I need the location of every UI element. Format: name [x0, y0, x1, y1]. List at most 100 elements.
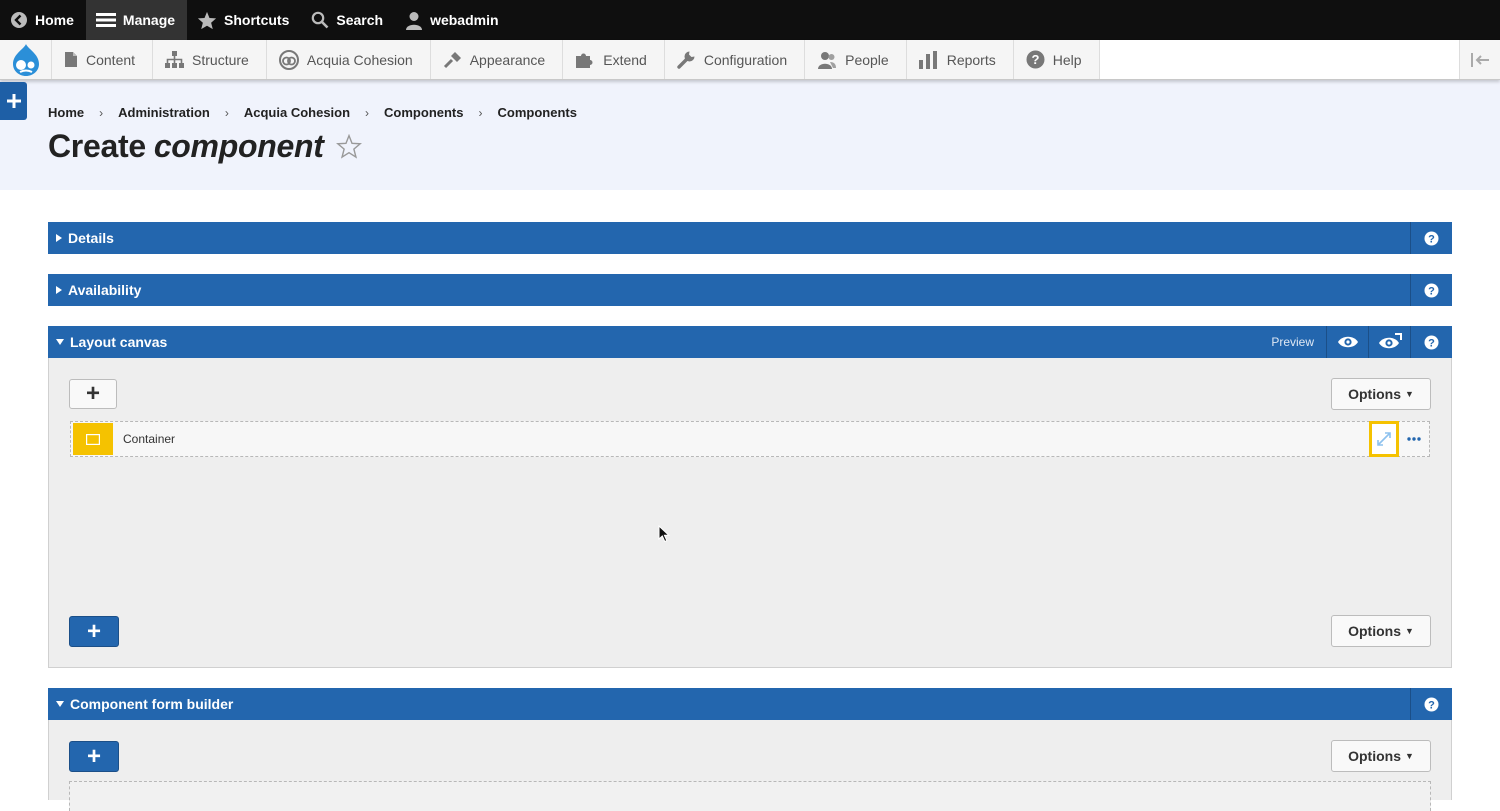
details-panel-header[interactable]: Details ? [48, 222, 1452, 254]
tray-item-content[interactable]: Content [52, 40, 154, 79]
toolbar-manage[interactable]: Manage [85, 0, 188, 40]
breadcrumb-acquia-cohesion[interactable]: Acquia Cohesion [244, 105, 350, 120]
add-shortcut-button[interactable] [0, 82, 27, 120]
tray-item-appearance[interactable]: Appearance [430, 40, 564, 79]
admin-tray: Content Structure Acquia Cohesion Appear… [0, 40, 1500, 80]
toolbar-home[interactable]: Home [0, 0, 86, 40]
availability-panel-header[interactable]: Availability ? [48, 274, 1452, 306]
tray-item-configuration-label: Configuration [703, 51, 788, 68]
bar-chart-icon [918, 50, 939, 69]
page-title: Create component [48, 128, 362, 165]
tray-item-reports[interactable]: Reports [906, 40, 1014, 79]
tray-item-configuration[interactable]: Configuration [664, 40, 806, 79]
form-builder-help-button[interactable]: ? [1410, 688, 1452, 720]
add-element-bottom-button[interactable]: + [69, 616, 119, 647]
wrench-icon [677, 50, 696, 69]
cohesion-icon [278, 49, 299, 70]
help-icon: ? [1026, 50, 1045, 69]
tray-item-structure[interactable]: Structure [153, 40, 267, 79]
svg-text:?: ? [1428, 233, 1435, 245]
caret-down-icon: ▼ [1404, 626, 1414, 636]
add-element-button[interactable]: + [69, 379, 117, 409]
ellipsis-icon [1407, 437, 1421, 441]
preview-button[interactable] [1326, 326, 1368, 358]
help-icon: ? [1424, 231, 1439, 245]
canvas-element-label: Container [123, 432, 176, 446]
add-field-button[interactable]: + [69, 741, 119, 772]
svg-text:?: ? [1428, 285, 1435, 297]
tray-item-appearance-label: Appearance [469, 51, 546, 68]
back-arrow-icon [10, 11, 28, 29]
layout-canvas-panel-title: Layout canvas [70, 334, 168, 350]
mouse-cursor-icon [658, 524, 671, 548]
svg-text:?: ? [1428, 337, 1435, 349]
form-builder-panel-title: Component form builder [70, 696, 234, 712]
tray-item-acquia-cohesion-label: Acquia Cohesion [306, 51, 413, 68]
form-builder-panel-header[interactable]: Component form builder ? [48, 688, 1452, 720]
tray-item-people-label: People [845, 51, 889, 68]
canvas-options-button[interactable]: Options ▼ [1331, 378, 1431, 410]
tray-item-extend[interactable]: Extend [563, 40, 665, 79]
breadcrumb-separator: › [99, 105, 104, 120]
plus-icon [6, 94, 21, 108]
canvas-options-label: Options [1348, 386, 1401, 402]
breadcrumb-separator: › [224, 105, 229, 120]
availability-panel-title: Availability [68, 282, 142, 298]
toolbar-home-label: Home [35, 12, 74, 28]
toolbar-manage-label: Manage [122, 12, 176, 28]
more-options-button[interactable] [1403, 437, 1425, 441]
tray-item-reports-label: Reports [946, 51, 996, 68]
page-title-prefix: Create [48, 128, 146, 164]
breadcrumb-components-2[interactable]: Components [498, 105, 577, 120]
preview-label: Preview [1271, 335, 1314, 349]
toolbar-shortcuts[interactable]: Shortcuts [187, 0, 301, 40]
eye-icon [1337, 336, 1358, 348]
breadcrumb-components[interactable]: Components [384, 105, 463, 120]
availability-help-button[interactable]: ? [1410, 274, 1452, 306]
canvas-options-bottom-button[interactable]: Options ▼ [1331, 615, 1431, 647]
tray-orientation-toggle[interactable] [1459, 40, 1500, 79]
help-icon: ? [1424, 697, 1439, 711]
eye-external-icon [1378, 333, 1402, 349]
layout-canvas-panel-header[interactable]: Layout canvas Preview ? [48, 326, 1452, 358]
toolbar-user-label: webadmin [430, 12, 499, 28]
tray-item-acquia-cohesion[interactable]: Acquia Cohesion [266, 40, 431, 79]
canvas-options-bottom-label: Options [1348, 623, 1401, 639]
caret-down-icon: ▼ [1404, 389, 1414, 399]
expand-button[interactable] [1369, 421, 1399, 457]
tray-item-extend-label: Extend [603, 51, 647, 68]
tray-item-content-label: Content [86, 51, 136, 68]
tray-item-help[interactable]: ? Help [1013, 40, 1100, 79]
svg-text:?: ? [1428, 699, 1435, 711]
caret-right-icon [56, 234, 62, 242]
hamburger-menu-icon [95, 12, 116, 28]
details-help-button[interactable]: ? [1410, 222, 1452, 254]
form-builder-options-button[interactable]: Options ▼ [1331, 740, 1431, 772]
breadcrumb-administration[interactable]: Administration [118, 105, 210, 120]
toolbar-search-label: Search [336, 12, 384, 28]
breadcrumb-separator: › [365, 105, 370, 120]
breadcrumb: Home › Administration › Acquia Cohesion … [48, 105, 577, 120]
breadcrumb-home[interactable]: Home [48, 105, 84, 120]
caret-down-icon [56, 339, 64, 345]
toolbar-search[interactable]: Search [301, 0, 395, 40]
preview-new-window-button[interactable] [1368, 326, 1410, 358]
structure-icon [165, 51, 185, 68]
user-icon [405, 11, 423, 30]
toolbar-shortcuts-label: Shortcuts [224, 12, 290, 28]
layout-canvas-body [48, 358, 1452, 668]
help-icon: ? [1424, 335, 1439, 349]
tray-item-people[interactable]: People [805, 40, 907, 79]
drupal-logo-icon[interactable] [0, 40, 52, 79]
bookmark-star-icon[interactable] [335, 134, 362, 159]
canvas-element-row[interactable]: Container [70, 421, 1430, 457]
tray-item-structure-label: Structure [192, 51, 249, 68]
toolbar-user[interactable]: webadmin [395, 0, 510, 40]
form-builder-options-label: Options [1348, 748, 1401, 764]
form-builder-drop-area[interactable] [69, 781, 1431, 811]
paint-icon [443, 51, 462, 69]
details-panel-title: Details [68, 230, 114, 246]
layout-canvas-help-button[interactable]: ? [1410, 326, 1452, 358]
admin-toolbar: Home Manage Shortcuts Search webadmin [0, 0, 1500, 40]
caret-right-icon [56, 286, 62, 294]
